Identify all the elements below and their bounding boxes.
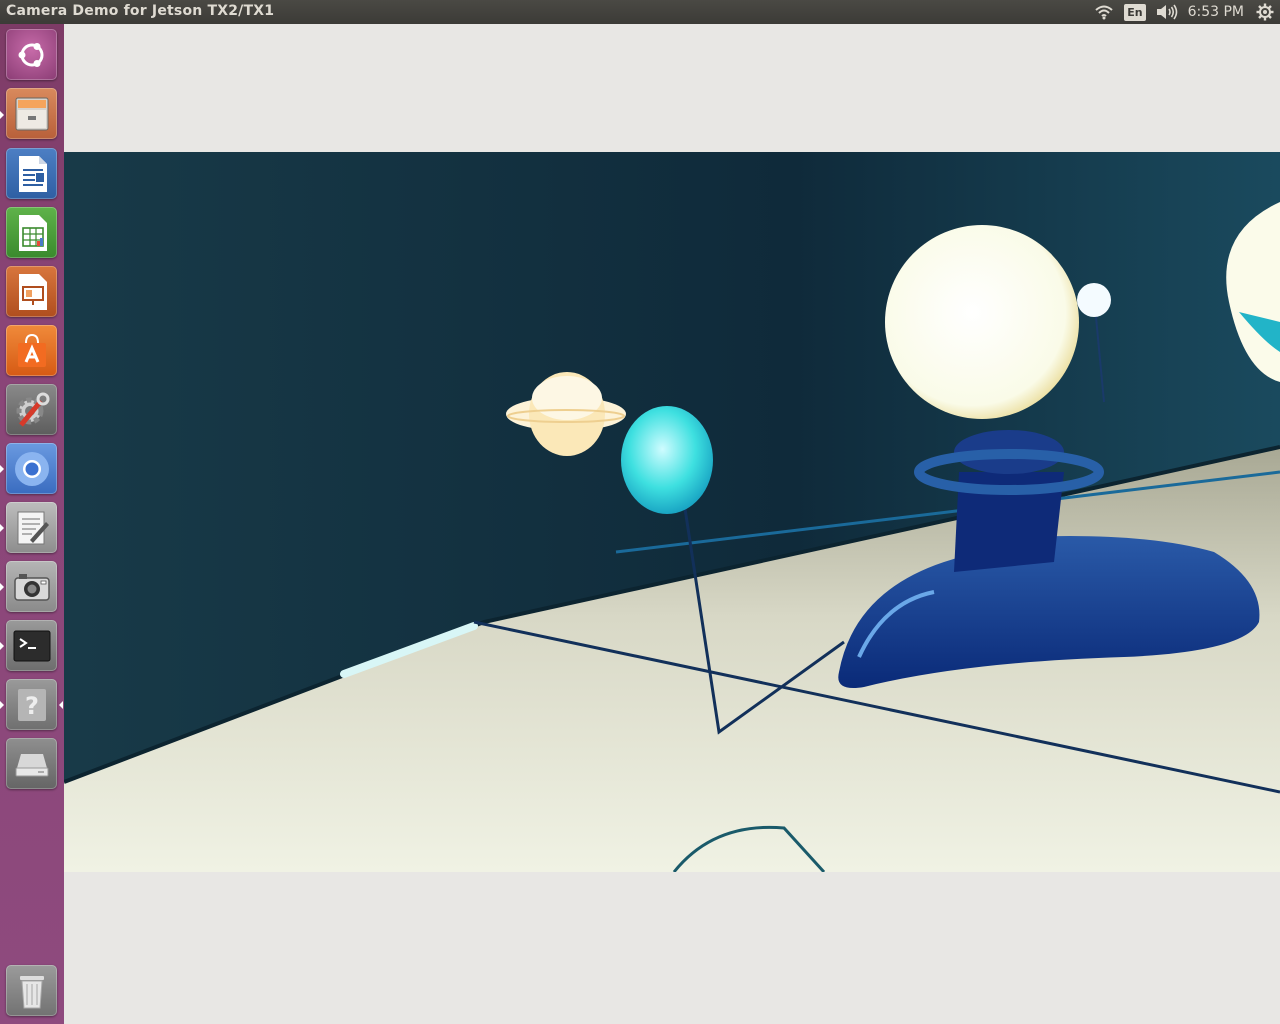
wifi-icon[interactable] [1094,0,1114,24]
impress-presentation-icon [18,273,47,310]
trash-icon [19,975,44,1008]
drive-button[interactable] [6,738,57,789]
chromium-button[interactable] [6,443,57,494]
libreoffice-calc-button[interactable] [6,207,57,258]
software-bag-icon [17,333,46,367]
launcher: ? [0,24,64,1024]
system-settings-button[interactable] [6,384,57,435]
svg-text:?: ? [25,692,39,720]
camera-demo-button[interactable] [6,561,57,612]
gear-icon[interactable] [1256,0,1274,24]
text-editor-icon [17,511,49,544]
ubuntu-dash-button[interactable] [6,29,57,80]
text-editor-button[interactable] [6,502,57,553]
files-button[interactable] [6,88,57,139]
ubuntu-logo-icon [18,42,43,67]
ubuntu-software-button[interactable] [6,325,57,376]
indicator-area: En 6:53 PM [1094,0,1280,24]
volume-icon[interactable] [1156,0,1178,24]
calc-spreadsheet-icon [18,214,47,251]
camera-demo-window [64,24,1280,1024]
terminal-icon [13,630,50,661]
camera-preview [64,152,1280,872]
libreoffice-impress-button[interactable] [6,266,57,317]
help-icon: ? [17,688,46,721]
file-cabinet-icon [15,97,48,130]
camera-icon [13,573,50,601]
clock[interactable]: 6:53 PM [1188,0,1244,24]
chromium-icon [14,451,49,486]
writer-document-icon [18,155,47,192]
keyboard-layout-indicator[interactable]: En [1124,0,1146,24]
libreoffice-writer-button[interactable] [6,148,57,199]
window-title: Camera Demo for Jetson TX2/TX1 [6,3,275,19]
help-button[interactable]: ? [6,679,57,730]
keyboard-layout-label: En [1124,3,1146,21]
terminal-button[interactable] [6,620,57,671]
settings-gear-wrench-icon [16,392,49,427]
trash-button[interactable] [6,965,57,1016]
top-panel: Camera Demo for Jetson TX2/TX1 En 6:53 P… [0,0,1280,24]
drive-icon [15,753,48,776]
